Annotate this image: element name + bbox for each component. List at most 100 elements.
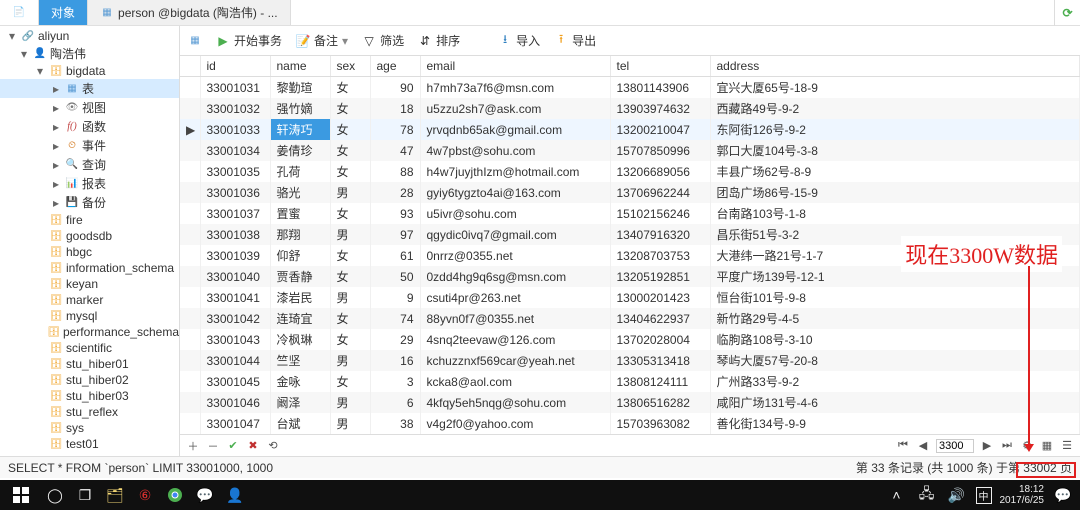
cell[interactable]: csuti4pr@263.net bbox=[420, 287, 610, 308]
cell[interactable]: 33001044 bbox=[200, 350, 270, 371]
tree-connection[interactable]: ▾🔗aliyun bbox=[0, 28, 179, 44]
cell[interactable]: 6 bbox=[370, 392, 420, 413]
file-tab[interactable]: 📄 bbox=[0, 0, 39, 25]
cortana-icon[interactable]: ◯ bbox=[44, 484, 66, 506]
cell[interactable]: 男 bbox=[330, 350, 370, 371]
column-header[interactable]: address bbox=[710, 56, 1080, 77]
cell[interactable]: u5ivr@sohu.com bbox=[420, 203, 610, 224]
column-header[interactable]: sex bbox=[330, 56, 370, 77]
cell[interactable]: 新竹路29号-4-5 bbox=[710, 308, 1080, 329]
column-header[interactable]: tel bbox=[610, 56, 710, 77]
cell[interactable]: 金咏 bbox=[270, 371, 330, 392]
table-row[interactable]: 33001031黎勤瑄女90h7mh73a7f6@msn.com13801143… bbox=[180, 77, 1080, 99]
cell[interactable]: 男 bbox=[330, 413, 370, 434]
column-header[interactable]: email bbox=[420, 56, 610, 77]
tree-database[interactable]: ▾🗄bigdata bbox=[0, 63, 179, 79]
cell[interactable]: 0zdd4hg9q6sg@msn.com bbox=[420, 266, 610, 287]
cell[interactable]: 女 bbox=[330, 140, 370, 161]
apply-button[interactable]: ✔ bbox=[226, 439, 240, 453]
cell[interactable]: 孔荷 bbox=[270, 161, 330, 182]
tree-schema[interactable]: 🗄stu_hiber03 bbox=[0, 388, 179, 404]
cell[interactable]: 轩涛巧 bbox=[270, 119, 330, 140]
table-row[interactable]: 33001044竺坚男16kchuzznxf569car@yeah.net133… bbox=[180, 350, 1080, 371]
cell[interactable]: 4snq2teevaw@126.com bbox=[420, 329, 610, 350]
cell[interactable]: 33001036 bbox=[200, 182, 270, 203]
cell[interactable]: 漆岩民 bbox=[270, 287, 330, 308]
taskview-icon[interactable]: ❐ bbox=[74, 484, 96, 506]
cell[interactable]: 台南路103号-1-8 bbox=[710, 203, 1080, 224]
tree-folder-report[interactable]: ▸📊报表 bbox=[0, 174, 179, 193]
tree-folder-event[interactable]: ▸⏲事件 bbox=[0, 136, 179, 155]
chrome-icon[interactable] bbox=[164, 484, 186, 506]
cell[interactable]: 善化街134号-9-9 bbox=[710, 413, 1080, 434]
cell[interactable]: 男 bbox=[330, 287, 370, 308]
cell[interactable]: 琴屿大厦57号-20-8 bbox=[710, 350, 1080, 371]
cell[interactable]: 恒台街101号-9-8 bbox=[710, 287, 1080, 308]
cell[interactable]: 台斌 bbox=[270, 413, 330, 434]
import-button[interactable]: ⭳导入 bbox=[498, 32, 540, 49]
cell[interactable]: v4g2f0@yahoo.com bbox=[420, 413, 610, 434]
table-row[interactable]: 33001046阚泽男64kfqy5eh5nqg@sohu.com1380651… bbox=[180, 392, 1080, 413]
tree-schema[interactable]: 🗄mysql bbox=[0, 308, 179, 324]
cell[interactable]: 咸阳广场131号-4-6 bbox=[710, 392, 1080, 413]
cell[interactable]: 90 bbox=[370, 77, 420, 99]
cell[interactable]: 宜兴大厦65号-18-9 bbox=[710, 77, 1080, 99]
cell[interactable]: 33001033 bbox=[200, 119, 270, 140]
cell[interactable]: 女 bbox=[330, 329, 370, 350]
cell[interactable]: 女 bbox=[330, 308, 370, 329]
cell[interactable]: 33001037 bbox=[200, 203, 270, 224]
cell[interactable]: gyiy6tygzto4ai@163.com bbox=[420, 182, 610, 203]
table-row[interactable]: 33001041漆岩民男9csuti4pr@263.net13000201423… bbox=[180, 287, 1080, 308]
tray-up-icon[interactable]: ˄ bbox=[886, 484, 908, 506]
table-row[interactable]: ▶33001033轩涛巧女78yrvqdnb65ak@gmail.com1320… bbox=[180, 119, 1080, 140]
export-button[interactable]: ⭱导出 bbox=[554, 32, 596, 49]
last-page-button[interactable]: ⏭ bbox=[1000, 439, 1014, 453]
cell[interactable]: 团岛广场86号-15-9 bbox=[710, 182, 1080, 203]
taskbar-clock[interactable]: 18:12 2017/6/25 bbox=[1000, 484, 1045, 506]
cell[interactable]: 33001047 bbox=[200, 413, 270, 434]
start-button[interactable] bbox=[6, 484, 36, 506]
tree-schema[interactable]: 🗄information_schema bbox=[0, 260, 179, 276]
cell[interactable]: 骆光 bbox=[270, 182, 330, 203]
tree-schema[interactable]: 🗄stu_hiber02 bbox=[0, 372, 179, 388]
tree-schema[interactable]: 🗄test01 bbox=[0, 436, 179, 452]
tree-schema[interactable]: 🗄sys bbox=[0, 420, 179, 436]
cell[interactable]: 4kfqy5eh5nqg@sohu.com bbox=[420, 392, 610, 413]
cell[interactable]: 女 bbox=[330, 161, 370, 182]
cell[interactable]: 33001041 bbox=[200, 287, 270, 308]
cell[interactable]: 29 bbox=[370, 329, 420, 350]
cell[interactable]: 33001038 bbox=[200, 224, 270, 245]
object-tab[interactable]: 对象 bbox=[39, 0, 88, 25]
cell[interactable]: 3 bbox=[370, 371, 420, 392]
cancel-button[interactable]: ✖ bbox=[246, 439, 260, 453]
cell[interactable]: kchuzznxf569car@yeah.net bbox=[420, 350, 610, 371]
cell[interactable]: 那翔 bbox=[270, 224, 330, 245]
add-row-button[interactable]: ＋ bbox=[186, 439, 200, 453]
tree-folder-view[interactable]: ▸👁视图 bbox=[0, 98, 179, 117]
tree-schema[interactable]: 🗄stu_reflex bbox=[0, 404, 179, 420]
table-row[interactable]: 33001047台斌男38v4g2f0@yahoo.com15703963082… bbox=[180, 413, 1080, 434]
tree-schema[interactable]: 🗄fire bbox=[0, 212, 179, 228]
cell[interactable]: 13706962244 bbox=[610, 182, 710, 203]
tree-schema[interactable]: 🗄scientific bbox=[0, 340, 179, 356]
cell[interactable]: 13407916320 bbox=[610, 224, 710, 245]
cell[interactable]: 13801143906 bbox=[610, 77, 710, 99]
cell[interactable]: 74 bbox=[370, 308, 420, 329]
cell[interactable]: 13206689056 bbox=[610, 161, 710, 182]
next-page-button[interactable]: ▶ bbox=[980, 439, 994, 453]
tree-folder-func[interactable]: ▸f()函数 bbox=[0, 117, 179, 136]
cell[interactable]: 冷枫琳 bbox=[270, 329, 330, 350]
cell[interactable]: 阚泽 bbox=[270, 392, 330, 413]
toolbar-grid-icon[interactable]: ▦ bbox=[188, 34, 202, 48]
cell[interactable]: 贾香静 bbox=[270, 266, 330, 287]
table-row[interactable]: 33001042连琦宜女7488yvn0f7@0355.net134046229… bbox=[180, 308, 1080, 329]
table-row[interactable]: 33001034姜倩珍女474w7pbst@sohu.com1570785099… bbox=[180, 140, 1080, 161]
filter-button[interactable]: ▽筛选 bbox=[362, 32, 404, 49]
tree-folder-query[interactable]: ▸🔍查询 bbox=[0, 155, 179, 174]
cell[interactable]: 女 bbox=[330, 266, 370, 287]
cell[interactable]: 16 bbox=[370, 350, 420, 371]
cell[interactable]: 33001031 bbox=[200, 77, 270, 99]
cell[interactable]: 黎勤瑄 bbox=[270, 77, 330, 99]
network-icon[interactable]: 🖧 bbox=[916, 484, 938, 506]
form-view-button[interactable]: ☰ bbox=[1060, 439, 1074, 453]
